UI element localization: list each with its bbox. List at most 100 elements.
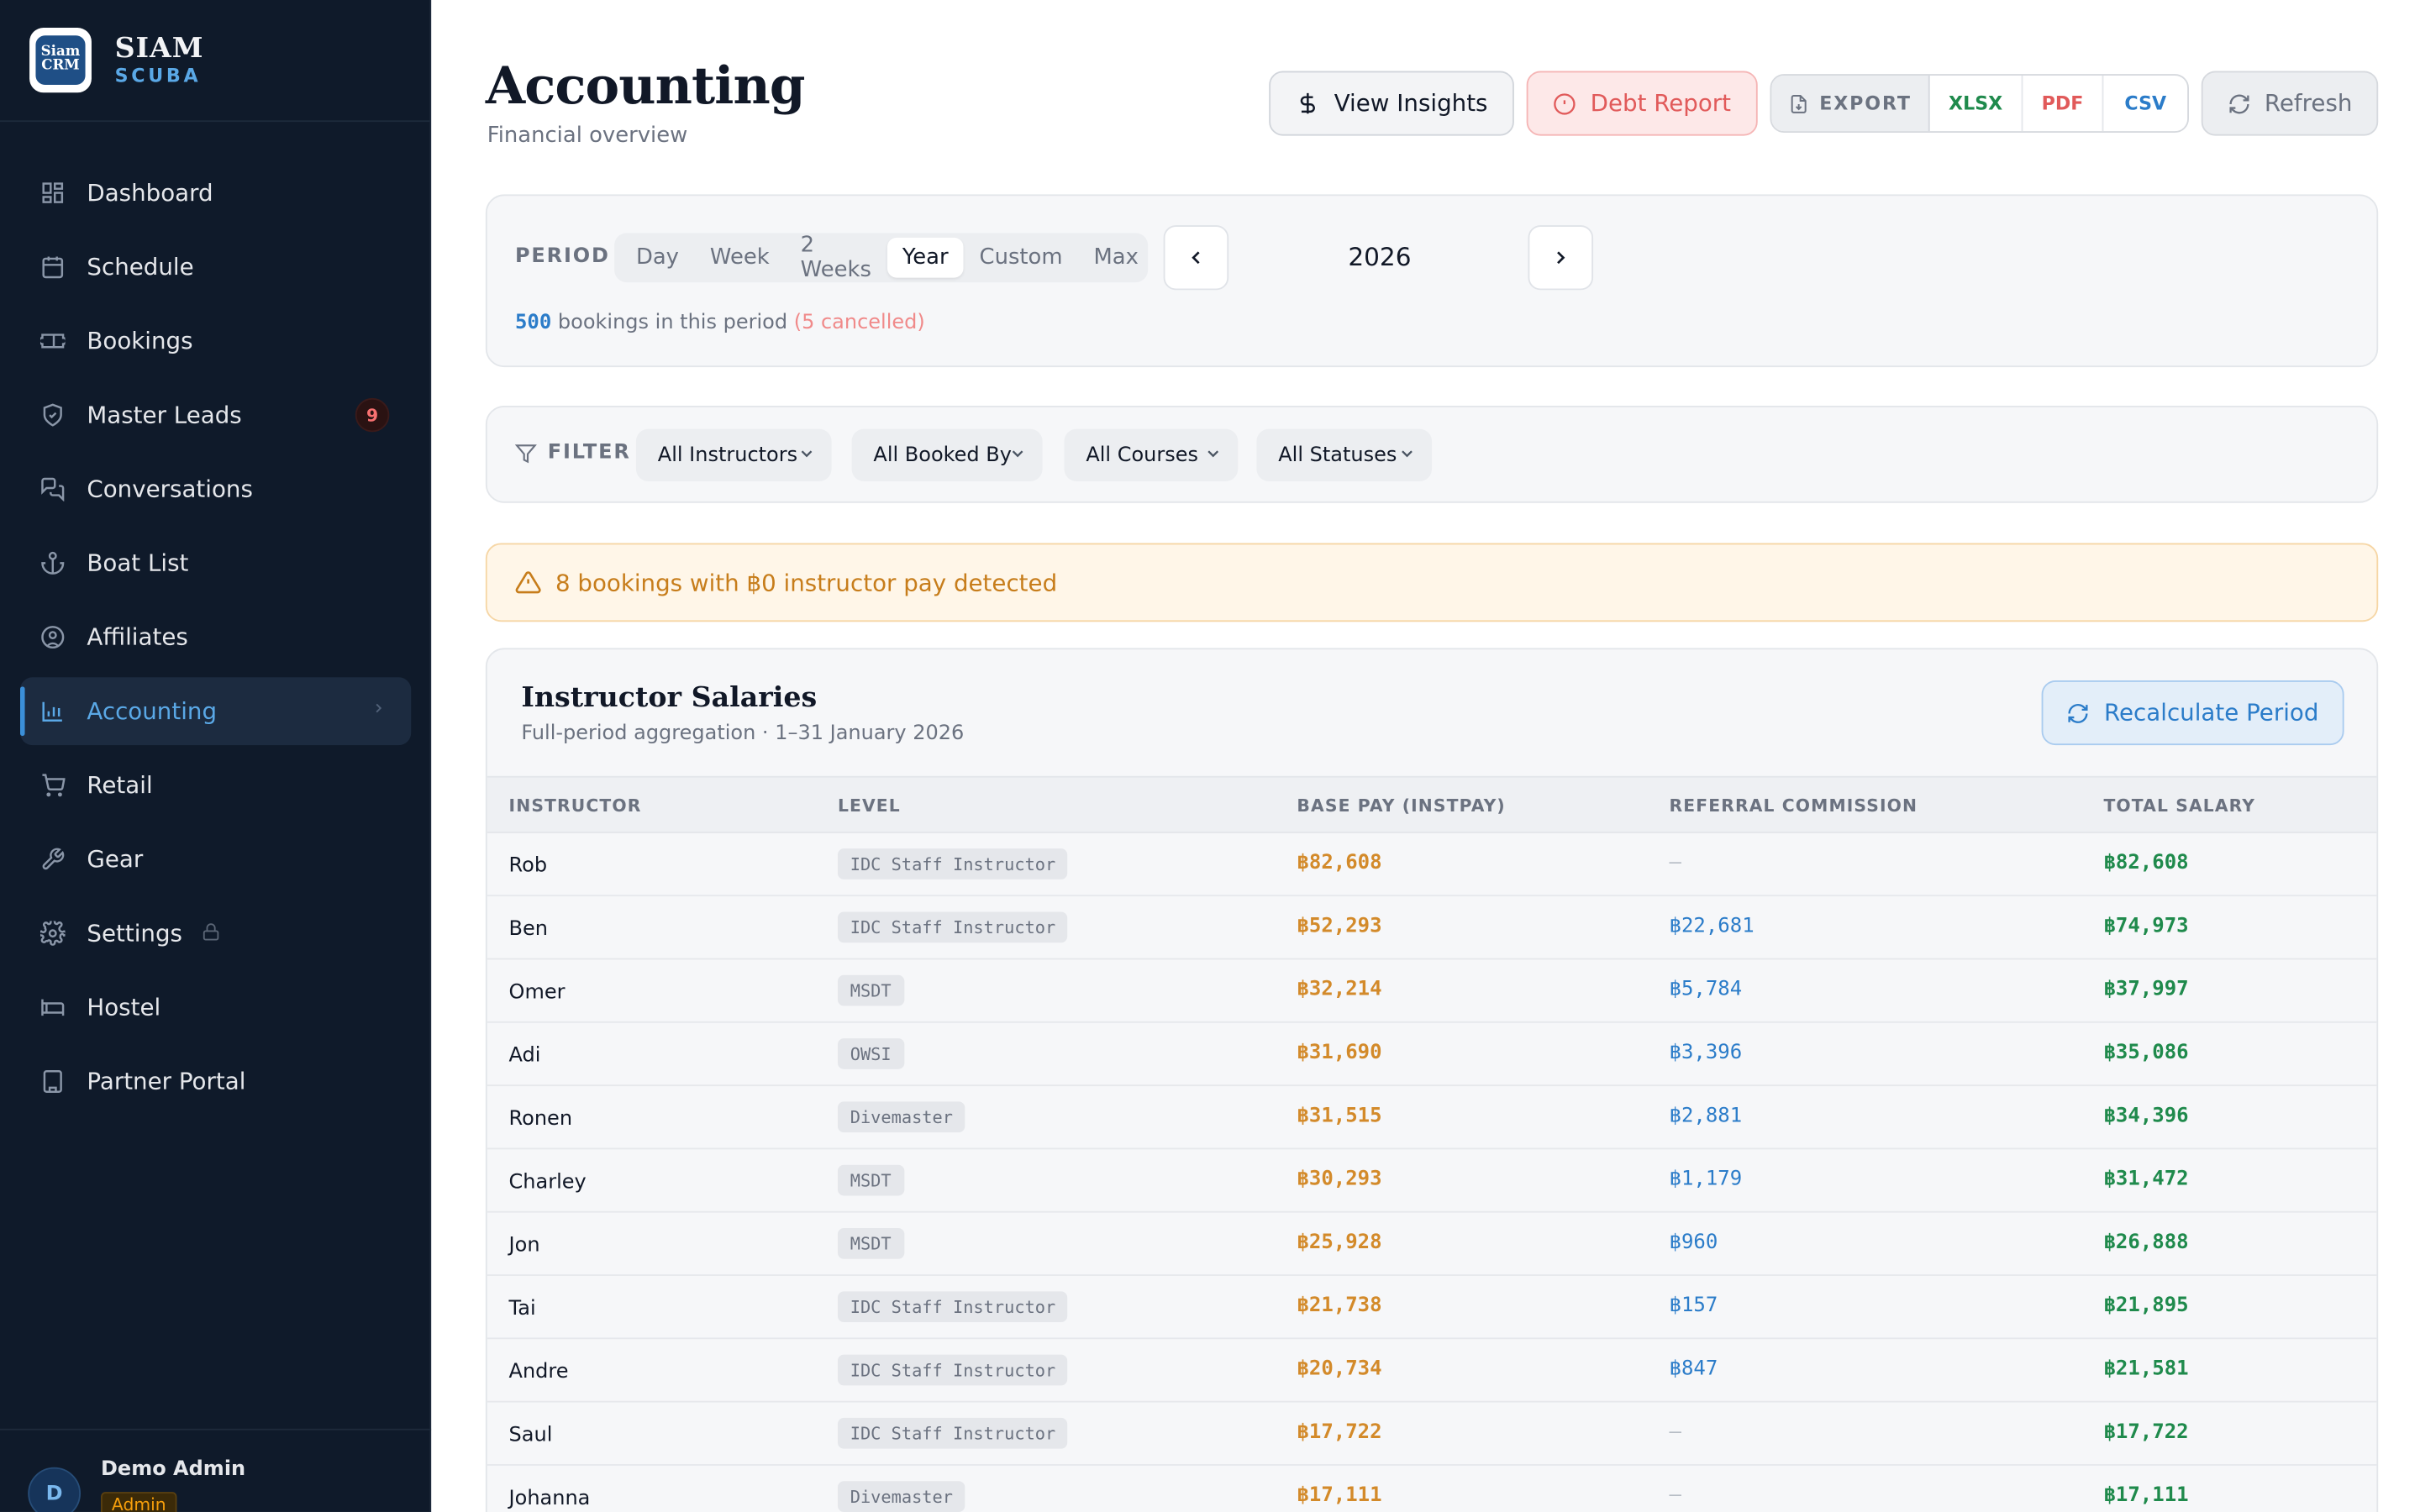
sidebar-item-accounting[interactable]: Accounting (20, 677, 412, 746)
sidebar-item-bookings[interactable]: Bookings (20, 307, 411, 375)
export-csv-button[interactable]: CSV (2103, 76, 2187, 131)
period-option-day[interactable]: Day (620, 238, 694, 278)
sidebar-item-schedule[interactable]: Schedule (20, 233, 411, 301)
column-header-instructor[interactable]: INSTRUCTOR (509, 796, 642, 816)
column-header-level[interactable]: LEVEL (838, 796, 901, 816)
instructor-name: Saul (508, 1424, 553, 1447)
booking-count-line: 500 bookings in this period (5 cancelled… (515, 312, 925, 335)
sidebar: Siam CRM SIAM SCUBA Dashboard Schedule Boo… (0, 0, 432, 1512)
shield-icon (39, 402, 66, 429)
total-salary: ฿26,888 (2103, 1231, 2189, 1255)
level-badge: IDC Staff Instructor (837, 848, 1069, 879)
column-header-base-pay[interactable]: BASE PAY (INSTPAY) (1297, 796, 1505, 816)
period-option-custom[interactable]: Custom (964, 238, 1078, 278)
recalculate-label: Recalculate Period (2104, 699, 2319, 727)
view-insights-button[interactable]: View Insights (1269, 71, 1514, 136)
bar-chart-icon (39, 697, 66, 725)
total-salary: ฿74,973 (2103, 915, 2189, 938)
table-row[interactable]: Saul IDC Staff Instructor ฿17,722 — ฿17,722 (487, 1403, 2377, 1466)
brand[interactable]: Siam CRM SIAM SCUBA (0, 0, 430, 123)
column-header-total[interactable]: TOTAL SALARY (2103, 796, 2255, 816)
sidebar-item-boat-list[interactable]: Boat List (20, 529, 411, 597)
total-salary: ฿37,997 (2103, 978, 2189, 1002)
referral-commission: ฿3,396 (1669, 1041, 1743, 1065)
sidebar-item-label: Dashboard (87, 179, 213, 207)
sidebar-item-label: Bookings (87, 327, 193, 355)
period-option-max[interactable]: Max (1078, 238, 1154, 278)
unread-badge: 9 (355, 397, 390, 433)
sidebar-item-master-leads[interactable]: Master Leads 9 (20, 381, 411, 449)
instructor-name: Tai (508, 1297, 536, 1321)
sidebar-item-partner-portal[interactable]: Partner Portal (20, 1047, 411, 1116)
sidebar-item-affiliates[interactable]: Affiliates (20, 603, 411, 671)
filter-label-text: FILTER (547, 441, 631, 465)
salaries-subtitle: Full-period aggregation · 1–31 January 2… (521, 722, 965, 746)
salaries-title: Instructor Salaries (521, 681, 818, 715)
chevron-down-icon (797, 444, 816, 469)
export-xlsx-button[interactable]: XLSX (1930, 75, 2023, 132)
previous-period-button[interactable] (1163, 225, 1229, 291)
refresh-button[interactable]: Refresh (2201, 71, 2379, 136)
user-circle-icon (39, 623, 66, 651)
sidebar-item-gear[interactable]: Gear (20, 826, 411, 894)
export-pdf-button[interactable]: PDF (2023, 75, 2104, 132)
instructor-name: Adi (508, 1044, 541, 1068)
instructor-name: Ben (508, 917, 548, 942)
table-row[interactable]: Rob IDC Staff Instructor ฿82,608 — ฿82,608 (487, 833, 2377, 897)
filter-select-value: All Instructors (657, 444, 798, 467)
period-option-year[interactable]: Year (886, 237, 965, 278)
filter-icon (514, 442, 537, 464)
table-row[interactable]: Charley MSDT ฿30,293 ฿1,179 ฿31,472 (487, 1149, 2377, 1213)
table-row[interactable]: Jon MSDT ฿25,928 ฿960 ฿26,888 (487, 1213, 2377, 1276)
logo-mark: Siam CRM (35, 35, 86, 86)
sidebar-item-retail[interactable]: Retail (20, 751, 411, 819)
avatar[interactable]: D (28, 1467, 82, 1512)
booking-count: 500 (514, 312, 552, 335)
table-row[interactable]: Ben IDC Staff Instructor ฿52,293 ฿22,681 ฿74… (487, 896, 2377, 960)
table-row[interactable]: Omer MSDT ฿32,214 ฿5,784 ฿37,997 (487, 959, 2377, 1023)
base-pay: ฿31,515 (1297, 1105, 1382, 1128)
filter-select-all-courses[interactable]: All Courses (1064, 428, 1239, 482)
warning-triangle-icon (515, 570, 541, 596)
export-label-text: EXPORT (1819, 92, 1912, 114)
sidebar-item-conversations[interactable]: Conversations (20, 455, 411, 523)
referral-commission: ฿2,881 (1669, 1105, 1743, 1128)
base-pay: ฿20,734 (1297, 1357, 1382, 1381)
column-header-referral[interactable]: REFERRAL COMMISSION (1670, 796, 1918, 816)
filter-select-all-statuses[interactable]: All Statuses (1256, 428, 1433, 482)
chevron-down-icon (1204, 444, 1223, 469)
base-pay: ฿17,722 (1297, 1420, 1382, 1445)
sidebar-item-label: Retail (87, 771, 153, 800)
filter-select-all-instructors[interactable]: All Instructors (635, 428, 832, 482)
sidebar-item-hostel[interactable]: Hostel (20, 974, 411, 1042)
sidebar-item-label: Hostel (87, 993, 161, 1021)
period-option-week[interactable]: Week (694, 238, 785, 278)
dollar-icon (1296, 91, 1321, 115)
debt-report-button[interactable]: Debt Report (1526, 71, 1758, 136)
base-pay: ฿82,608 (1297, 851, 1382, 875)
referral-commission: — (1669, 1483, 1681, 1508)
level-badge: OWSI (837, 1038, 904, 1069)
brand-name: SIAM (114, 32, 204, 66)
user-box[interactable]: D Demo Admin Admin (0, 1428, 432, 1512)
next-period-button[interactable] (1528, 225, 1594, 291)
base-pay: ฿32,214 (1297, 978, 1382, 1002)
referral-commission: ฿960 (1669, 1231, 1718, 1255)
recalculate-period-button[interactable]: Recalculate Period (2041, 680, 2344, 746)
table-row[interactable]: Adi OWSI ฿31,690 ฿3,396 ฿35,086 (487, 1023, 2377, 1087)
chevron-right-icon (1557, 251, 1565, 265)
sidebar-item-settings[interactable]: Settings (20, 900, 411, 968)
table-row[interactable]: Andre IDC Staff Instructor ฿20,734 ฿847 ฿21,… (487, 1339, 2377, 1403)
filter-select-all-booked-by[interactable]: All Booked By (851, 428, 1043, 482)
period-option-2-weeks[interactable]: 2 Weeks (785, 233, 886, 282)
sidebar-item-dashboard[interactable]: Dashboard (20, 159, 411, 227)
table-row[interactable]: Johanna Divemaster ฿17,111 — ฿17,111 (487, 1466, 2377, 1512)
table-row[interactable]: Ronen Divemaster ฿31,515 ฿2,881 ฿34,396 (487, 1086, 2377, 1150)
instructor-salaries-card: Instructor Salaries Full-period aggregat… (485, 648, 2379, 1512)
table-row[interactable]: Tai IDC Staff Instructor ฿21,738 ฿157 ฿21,89… (487, 1276, 2377, 1340)
level-badge: MSDT (837, 1164, 904, 1196)
total-salary: ฿34,396 (2103, 1105, 2189, 1128)
cart-icon (39, 771, 66, 799)
instructor-name: Omer (508, 981, 566, 1005)
referral-commission: — (1669, 851, 1681, 875)
